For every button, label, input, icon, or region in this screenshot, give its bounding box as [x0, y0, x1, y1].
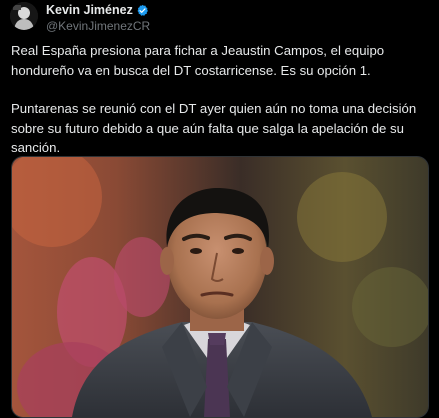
author-display-name[interactable]: Kevin Jiménez — [46, 2, 133, 18]
avatar[interactable] — [10, 2, 38, 30]
tweet-paragraph-1: Real España presiona para fichar a Jeaus… — [11, 43, 385, 78]
verified-badge-icon — [136, 4, 149, 17]
tweet-photo[interactable] — [11, 156, 429, 418]
author-name-row: Kevin Jiménez — [46, 2, 150, 18]
tweet[interactable]: Kevin Jiménez @KevinJimenezCR Real Españ… — [0, 0, 439, 418]
tweet-paragraph-2: Puntarenas se reunió con el DT ayer quie… — [11, 101, 417, 155]
tweet-text: Real España presiona para fichar a Jeaus… — [11, 41, 431, 158]
author-block: Kevin Jiménez @KevinJimenezCR — [46, 2, 150, 33]
author-handle[interactable]: @KevinJimenezCR — [46, 19, 150, 33]
